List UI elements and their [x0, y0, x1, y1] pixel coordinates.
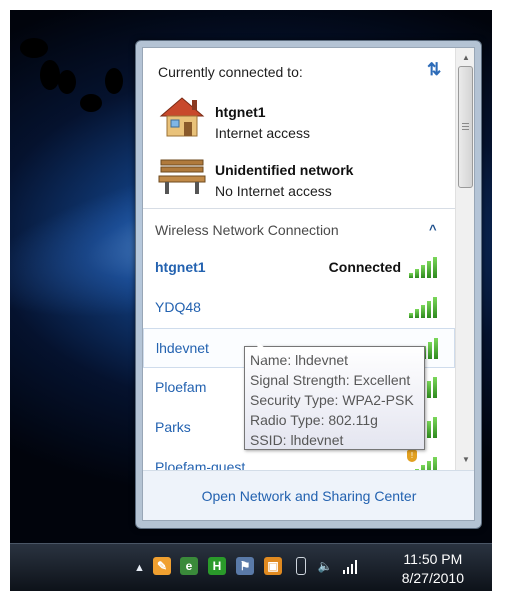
- show-hidden-icons-arrow-icon[interactable]: ▲: [134, 562, 145, 574]
- network-name: Parks: [155, 419, 191, 435]
- scroll-down-arrow-icon[interactable]: ▼: [456, 452, 474, 468]
- speaker-icon[interactable]: 🔈: [316, 557, 334, 575]
- network-list-item[interactable]: Ploefam-guest !: [143, 448, 455, 470]
- connected-network-status: Internet access: [215, 125, 310, 141]
- grip-line: [462, 123, 469, 124]
- network-list-item[interactable]: YDQ48: [143, 288, 455, 328]
- tooltip-radio: Radio Type: 802.11g: [250, 412, 378, 428]
- wallpaper-blob: [58, 70, 76, 94]
- refresh-icon[interactable]: ⇅: [427, 60, 441, 80]
- network-name: YDQ48: [155, 299, 201, 315]
- currently-connected-label: Currently connected to:: [158, 64, 303, 80]
- network-list-item[interactable]: htgnet1 Connected: [143, 248, 455, 288]
- signal-bars-icon: [409, 296, 439, 318]
- battery-icon[interactable]: [296, 557, 306, 575]
- signal-bars-icon: [409, 456, 439, 470]
- flag-icon[interactable]: ⚑: [236, 557, 254, 575]
- flyout-footer: Open Network and Sharing Center: [143, 470, 474, 520]
- connected-network-name: Unidentified network: [215, 162, 354, 178]
- section-divider: [143, 208, 455, 209]
- connected-network-status: No Internet access: [215, 183, 332, 199]
- connected-network-name: htgnet1: [215, 104, 266, 120]
- open-network-sharing-center-link[interactable]: Open Network and Sharing Center: [143, 488, 474, 504]
- network-name: htgnet1: [155, 259, 206, 275]
- house-icon: [159, 97, 205, 137]
- network-details-tooltip: Name: lhdevnet Signal Strength: Excellen…: [244, 346, 425, 450]
- signal-bars-icon: [409, 256, 439, 278]
- scroll-up-arrow-icon[interactable]: ▲: [456, 50, 474, 66]
- scroll-thumb[interactable]: [458, 66, 473, 188]
- feather-icon[interactable]: ✎: [153, 557, 171, 575]
- tooltip-security: Security Type: WPA2-PSK: [250, 392, 414, 408]
- network-flyout: Currently connected to: ⇅ htgnet1 Intern…: [135, 40, 482, 529]
- h-app-icon[interactable]: H: [208, 557, 226, 575]
- wallpaper-blob: [80, 94, 102, 112]
- wallpaper-blob: [20, 38, 48, 58]
- bench-icon: [158, 159, 206, 194]
- taskbar-clock[interactable]: 11:50 PM 8/27/2010: [402, 550, 464, 588]
- network-name: lhdevnet: [156, 340, 209, 356]
- network-name: Ploefam: [155, 379, 207, 395]
- message-icon[interactable]: ▣: [264, 557, 282, 575]
- network-name: Ploefam-guest: [155, 459, 246, 470]
- grip-line: [462, 129, 469, 130]
- network-status: Connected: [328, 259, 401, 275]
- tooltip-ssid: SSID: lhdevnet: [250, 432, 344, 448]
- grip-line: [462, 126, 469, 127]
- tooltip-signal: Signal Strength: Excellent: [250, 372, 411, 388]
- wireless-section-title: Wireless Network Connection: [155, 222, 339, 238]
- wallpaper-blob: [40, 60, 60, 90]
- taskbar: ▲ ✎ e H ⚑ ▣ 🔈 11:50 PM 8/27/2010: [10, 543, 492, 591]
- network-signal-icon[interactable]: [342, 557, 360, 575]
- wallpaper-blob: [105, 68, 123, 94]
- clock-date: 8/27/2010: [401, 570, 464, 586]
- flyout-scrollbar[interactable]: ▲ ▼: [455, 48, 474, 470]
- clock-time: 11:50 PM: [403, 551, 463, 567]
- evernote-icon[interactable]: e: [180, 557, 198, 575]
- collapse-chevron-icon[interactable]: ^: [429, 222, 437, 237]
- tooltip-name: Name: lhdevnet: [250, 352, 349, 368]
